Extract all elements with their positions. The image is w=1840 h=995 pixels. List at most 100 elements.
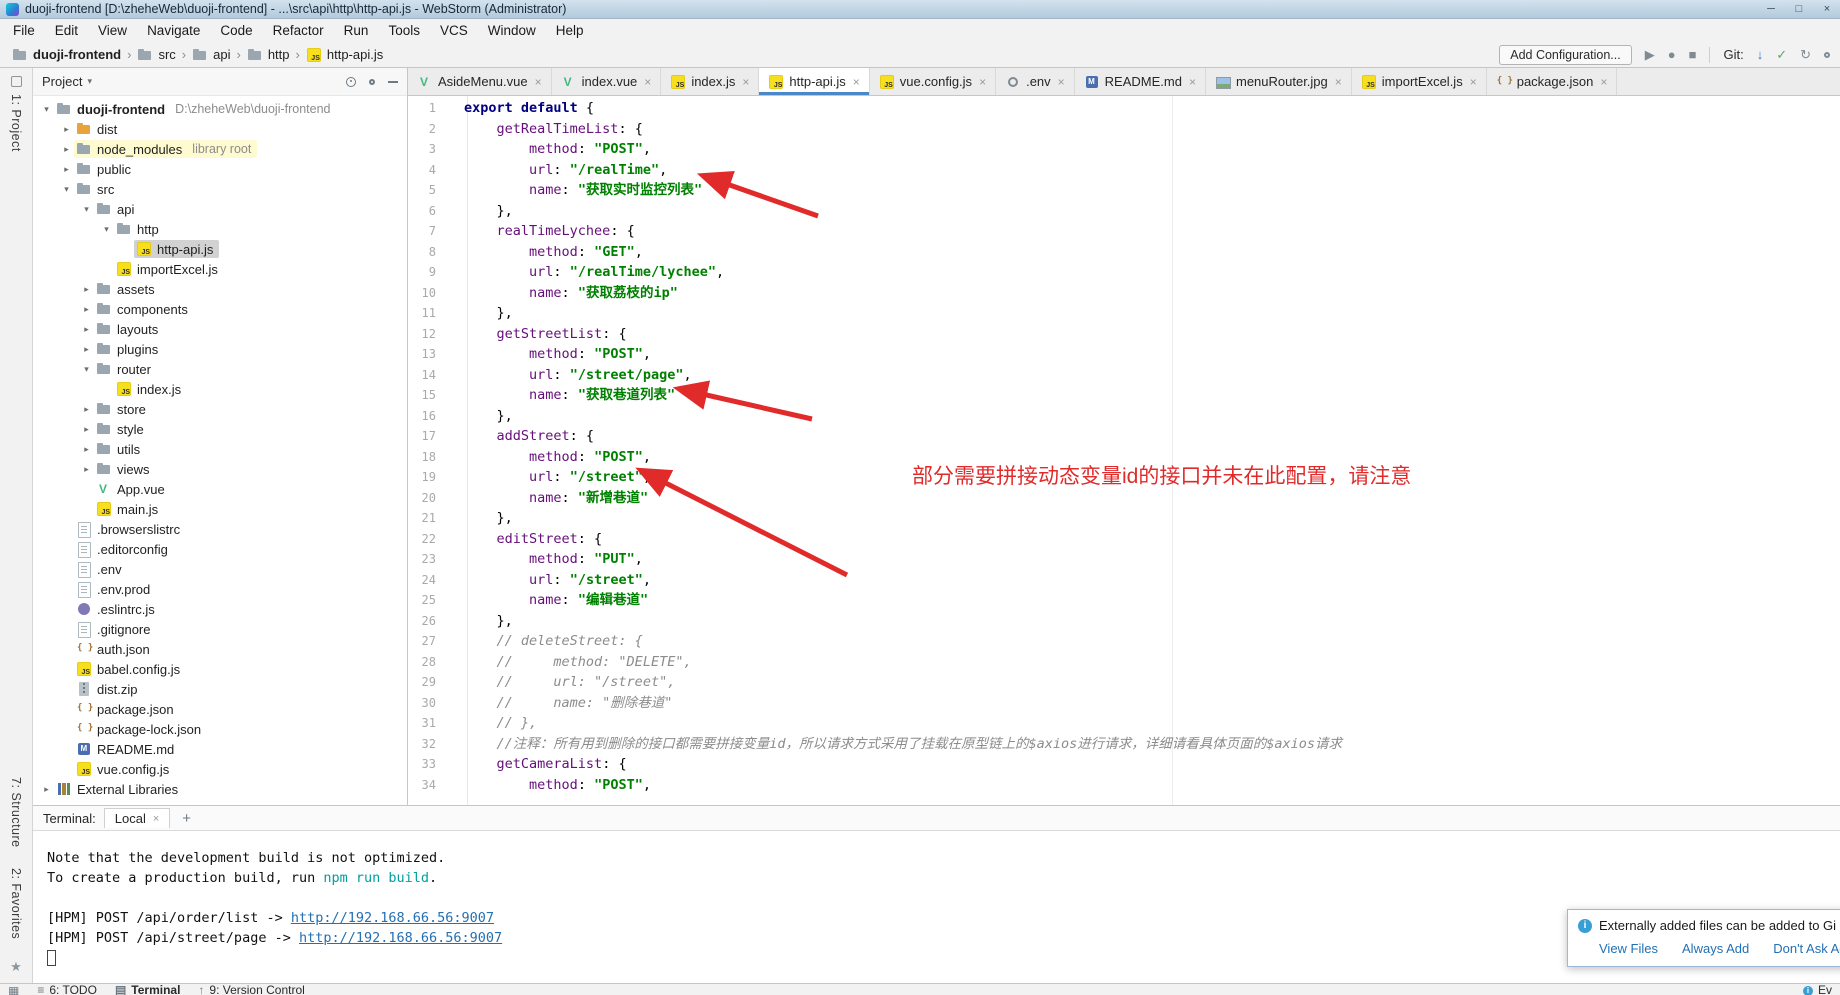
- line-number[interactable]: 9: [408, 262, 452, 283]
- chevron-right-icon[interactable]: ▸: [59, 124, 74, 135]
- notification-link-always-add[interactable]: Always Add: [1682, 941, 1749, 956]
- chevron-right-icon[interactable]: ▸: [79, 464, 94, 475]
- chevron-down-icon[interactable]: ▾: [79, 364, 94, 375]
- stop-icon[interactable]: ■: [1689, 47, 1697, 62]
- line-number[interactable]: 34: [408, 775, 452, 796]
- menu-item-code[interactable]: Code: [211, 21, 261, 40]
- editor-tab-index.js[interactable]: index.js×: [661, 68, 759, 95]
- chevron-right-icon[interactable]: ▸: [79, 304, 94, 315]
- close-icon[interactable]: ×: [1058, 75, 1065, 89]
- tree-item-main.js[interactable]: main.js: [33, 499, 407, 519]
- tree-item-.env.prod[interactable]: .env.prod: [33, 579, 407, 599]
- breadcrumb-item-duoji-frontend[interactable]: duoji-frontend: [12, 47, 121, 63]
- editor-tab-index.vue[interactable]: index.vue×: [552, 68, 662, 95]
- git-rollback-icon[interactable]: ↻: [1800, 47, 1811, 63]
- statusbar-item-9-version-control[interactable]: ↑9: Version Control: [198, 984, 304, 995]
- run-icon[interactable]: ▶: [1645, 47, 1655, 63]
- line-number[interactable]: 23: [408, 549, 452, 570]
- tree-item-node_modules[interactable]: ▸node_moduleslibrary root: [33, 139, 407, 159]
- tree-item-views[interactable]: ▸views: [33, 459, 407, 479]
- statusbar-item-terminal[interactable]: ▤Terminal: [115, 984, 180, 995]
- editor-tab-menuRouter.jpg[interactable]: menuRouter.jpg×: [1206, 68, 1352, 95]
- event-log-icon[interactable]: i: [1803, 986, 1813, 995]
- menu-item-edit[interactable]: Edit: [46, 21, 87, 40]
- tree-item-dist[interactable]: ▸dist: [33, 119, 407, 139]
- tree-item-api[interactable]: ▾api: [33, 199, 407, 219]
- new-terminal-session-button[interactable]: +: [182, 810, 191, 827]
- toolwindow-switcher-icon[interactable]: ▦: [8, 984, 19, 995]
- chevron-right-icon[interactable]: ▸: [79, 404, 94, 415]
- tree-item-components[interactable]: ▸components: [33, 299, 407, 319]
- notification-link-don-t-ask-agai[interactable]: Don't Ask Agai: [1773, 941, 1840, 956]
- terminal-tab-local[interactable]: Local ×: [104, 808, 171, 828]
- line-number[interactable]: 3: [408, 139, 452, 160]
- editor-tab-vue.config.js[interactable]: vue.config.js×: [870, 68, 996, 95]
- git-commit-icon[interactable]: ✓: [1776, 47, 1787, 63]
- tree-item-duoji-frontend[interactable]: ▾duoji-frontendD:\zheheWeb\duoji-fronten…: [33, 99, 407, 119]
- tree-item-package-lock.json[interactable]: package-lock.json: [33, 719, 407, 739]
- close-icon[interactable]: ×: [1600, 75, 1607, 89]
- line-number[interactable]: 5: [408, 180, 452, 201]
- locate-file-icon[interactable]: [346, 77, 356, 87]
- line-number[interactable]: 4: [408, 160, 452, 181]
- editor-tab-http-api.js[interactable]: http-api.js×: [759, 68, 869, 95]
- chevron-right-icon[interactable]: ▸: [59, 164, 74, 175]
- line-number[interactable]: 30: [408, 693, 452, 714]
- editor-tab-package.json[interactable]: package.json×: [1487, 68, 1618, 95]
- tree-item-vue.config.js[interactable]: vue.config.js: [33, 759, 407, 779]
- line-number[interactable]: 8: [408, 242, 452, 263]
- editor-tab-README.md[interactable]: README.md×: [1075, 68, 1206, 95]
- menu-item-help[interactable]: Help: [547, 21, 593, 40]
- hide-panel-icon[interactable]: [388, 81, 398, 83]
- statusbar-item-6-todo[interactable]: ≡6: TODO: [37, 984, 97, 995]
- menu-item-window[interactable]: Window: [479, 21, 545, 40]
- chevron-down-icon[interactable]: ▾: [59, 184, 74, 195]
- line-number[interactable]: 21: [408, 508, 452, 529]
- clock-icon[interactable]: [1824, 52, 1830, 58]
- menu-item-file[interactable]: File: [4, 21, 44, 40]
- tree-item-.env[interactable]: .env: [33, 559, 407, 579]
- tree-item-.browserslistrc[interactable]: .browserslistrc: [33, 519, 407, 539]
- tree-item-utils[interactable]: ▸utils: [33, 439, 407, 459]
- tree-item-.gitignore[interactable]: .gitignore: [33, 619, 407, 639]
- tree-item-plugins[interactable]: ▸plugins: [33, 339, 407, 359]
- tree-item-dist.zip[interactable]: dist.zip: [33, 679, 407, 699]
- tree-item-importExcel.js[interactable]: importExcel.js: [33, 259, 407, 279]
- line-number[interactable]: 27: [408, 631, 452, 652]
- close-icon[interactable]: ×: [979, 75, 986, 89]
- line-number[interactable]: 17: [408, 426, 452, 447]
- stripe-label-structure[interactable]: 7: Structure: [9, 777, 23, 848]
- project-stripe-button[interactable]: 1: Project: [9, 76, 23, 152]
- line-number[interactable]: 11: [408, 303, 452, 324]
- line-number[interactable]: 25: [408, 590, 452, 611]
- editor-tab-AsideMenu.vue[interactable]: AsideMenu.vue×: [408, 68, 552, 95]
- git-update-icon[interactable]: ↓: [1757, 47, 1764, 62]
- line-number[interactable]: 24: [408, 570, 452, 591]
- stripe-label-favorites[interactable]: 2: Favorites: [9, 868, 23, 939]
- breadcrumb-item-http-api.js[interactable]: http-api.js: [306, 47, 383, 63]
- close-icon[interactable]: ×: [1335, 75, 1342, 89]
- chevron-right-icon[interactable]: ▸: [59, 144, 74, 155]
- chevron-right-icon[interactable]: ▸: [79, 324, 94, 335]
- chevron-down-icon[interactable]: ▾: [87, 76, 92, 87]
- line-number[interactable]: 33: [408, 754, 452, 775]
- tree-item-index.js[interactable]: index.js: [33, 379, 407, 399]
- editor-tab-.env[interactable]: .env×: [996, 68, 1075, 95]
- close-icon[interactable]: ×: [153, 813, 159, 825]
- minimize-button[interactable]: ─: [1764, 3, 1778, 15]
- menu-item-run[interactable]: Run: [335, 21, 378, 40]
- tree-item-External Libraries[interactable]: ▸External Libraries: [33, 779, 407, 799]
- chevron-down-icon[interactable]: ▾: [99, 224, 114, 235]
- tree-item-store[interactable]: ▸store: [33, 399, 407, 419]
- line-number[interactable]: 19: [408, 467, 452, 488]
- tree-item-public[interactable]: ▸public: [33, 159, 407, 179]
- chevron-right-icon[interactable]: ▸: [79, 424, 94, 435]
- menu-item-navigate[interactable]: Navigate: [138, 21, 209, 40]
- tree-item-http-api.js[interactable]: http-api.js: [33, 239, 407, 259]
- tree-item-.editorconfig[interactable]: .editorconfig: [33, 539, 407, 559]
- add-configuration-button[interactable]: Add Configuration...: [1499, 45, 1632, 65]
- line-number[interactable]: 15: [408, 385, 452, 406]
- menu-item-vcs[interactable]: VCS: [431, 21, 477, 40]
- line-number[interactable]: 26: [408, 611, 452, 632]
- maximize-button[interactable]: □: [1792, 3, 1806, 15]
